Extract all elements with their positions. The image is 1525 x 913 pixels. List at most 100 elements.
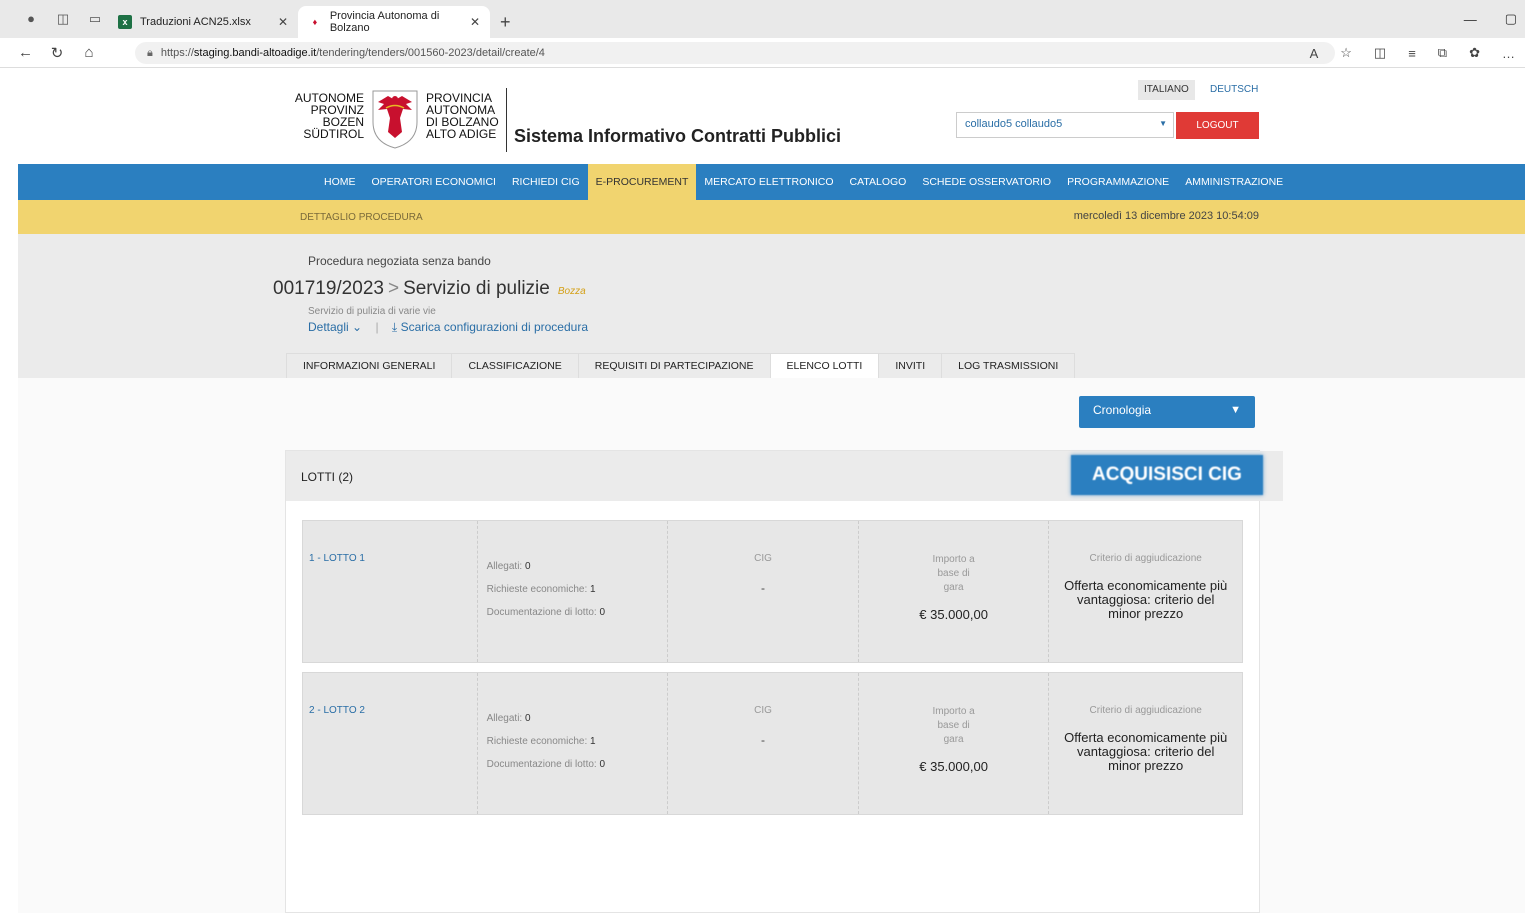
minimize-icon[interactable]: — [1464,12,1477,27]
home-icon[interactable]: ⌂ [82,44,96,61]
close-icon[interactable]: ✕ [278,15,288,29]
download-link-label: Scarica configurazioni di procedura [400,320,588,334]
status-badge: Bozza [557,286,586,297]
lot-link[interactable]: 2 - LOTTO 2 [309,705,365,716]
extensions-icon[interactable]: ✿ [1469,45,1480,61]
profile-icon[interactable]: ● [24,12,38,26]
lot-link[interactable]: 1 - LOTTO 1 [309,553,365,564]
nav-item-catalogo[interactable]: CATALOGO [842,164,915,200]
procedure-type: Procedura negoziata senza bando [308,254,491,268]
nav-item-schede-osservatorio[interactable]: SCHEDE OSSERVATORIO [914,164,1059,200]
importo-value: € 35.000,00 [919,759,988,774]
lang-deutsch-button[interactable]: DEUTSCH [1204,80,1264,100]
cronologia-dropdown[interactable]: Cronologia ▼ [1079,396,1255,428]
cig-label: CIG [754,705,772,716]
tab-classificazione[interactable]: CLASSIFICAZIONE [451,353,579,378]
browser-tab-excel[interactable]: x Traduzioni ACN25.xlsx ✕ [108,6,298,38]
details-link-label: Dettagli [308,320,349,334]
lot-importo-cell: Importo a base di gara € 35.000,00 [859,673,1050,814]
nav-item-e-procurement[interactable]: E-PROCUREMENT [587,164,697,200]
tab-informazioni-generali[interactable]: INFORMAZIONI GENERALI [286,353,453,378]
tab-actions-icon[interactable]: ▭ [88,12,102,26]
read-aloud-icon[interactable]: A [1310,46,1319,61]
logo-line: ALTO ADIGE [426,127,497,141]
lot-criterio-cell: Criterio di aggiudicazione Offerta econo… [1049,521,1242,662]
new-tab-button[interactable]: + [500,6,511,38]
lotti-panel: LOTTI (2) ACQUISISCI CIG 1 - LOTTO 1 All… [285,450,1283,913]
lot-cig-cell: CIG - [668,673,859,814]
importo-label-line: gara [943,734,964,745]
documentazione-label: Documentazione di lotto: [486,607,597,618]
procedure-description: Servizio di pulizia di varie vie [308,306,436,317]
url-input[interactable]: 🔒︎ https://staging.bandi-altoadige.it/te… [135,42,1335,64]
richieste-value: 1 [590,736,596,747]
importo-label-line: base di [937,568,970,579]
current-datetime: mercoledì 13 dicembre 2023 10:54:09 [1073,210,1259,222]
documentazione-label: Documentazione di lotto: [486,759,597,770]
tab-requisiti-partecipazione[interactable]: REQUISITI DI PARTECIPAZIONE [577,353,771,378]
details-link[interactable]: Dettagli ⌄ [308,320,362,334]
favorites-icon[interactable]: ≡ [1408,46,1416,61]
nav-item-mercato-elettronico[interactable]: MERCATO ELETTRONICO [696,164,841,200]
nav-item-home[interactable]: HOME [316,164,364,200]
tab-elenco-lotti[interactable]: ELENCO LOTTI [769,353,880,378]
breadcrumb: DETTAGLIO PROCEDURA [300,212,423,223]
collections-icon[interactable]: ⧉ [1438,45,1447,61]
logo-text-italian: PROVINCIA AUTONOMA DI BOLZANO ALTO ADIGE [426,92,499,140]
lot-stats-cell: Allegati: 0 Richieste economiche: 1 Docu… [478,673,669,814]
url-host: staging.bandi-altoadige.it [193,47,317,59]
browser-tab-provincia[interactable]: ♦ Provincia Autonoma di Bolzano ✕ [298,6,490,38]
coat-of-arms-icon [372,90,418,149]
site-header: AUTONOME PROVINZ BOZEN SÜDTIROL PROVINCI… [18,68,1525,164]
chevron-down-icon: ⌄ [352,320,363,334]
restore-icon[interactable]: ▢ [1505,11,1517,27]
user-select[interactable]: collaudo5 collaudo5 ▼ [956,112,1174,138]
tab-inviti[interactable]: INVITI [878,353,943,378]
importo-label-line: gara [943,582,964,593]
close-icon[interactable]: ✕ [470,15,480,29]
allegati-label: Allegati: [486,561,523,572]
workspaces-icon[interactable]: ◫ [56,12,70,26]
lotti-heading: LOTTI (2) [301,470,354,484]
lot-cig-cell: CIG - [668,521,859,662]
lot-card: 1 - LOTTO 1 Allegati: 0 Richieste econom… [302,520,1243,663]
nav-item-operatori-economici[interactable]: OPERATORI ECONOMICI [364,164,504,200]
system-title: Sistema Informativo Contratti Pubblici [514,126,842,146]
tab-log-trasmissioni[interactable]: LOG TRASMISSIONI [941,353,1076,378]
more-icon[interactable]: … [1502,46,1515,61]
acquisisci-cig-button[interactable]: ACQUISISCI CIG [1071,455,1263,495]
nav-item-richiedi-cig[interactable]: RICHIEDI CIG [504,164,588,200]
importo-label-line: base di [937,720,970,731]
download-config-link[interactable]: ⤓ Scarica configurazioni di procedura [392,320,588,334]
logo-divider [506,88,507,152]
lang-italiano-button[interactable]: ITALIANO [1138,80,1195,100]
title-separator: > [387,278,400,299]
main-nav: HOME OPERATORI ECONOMICI RICHIEDI CIG E-… [18,164,1525,200]
logo-text-german: AUTONOME PROVINZ BOZEN SÜDTIROL [286,92,364,140]
lot-importo-cell: Importo a base di gara € 35.000,00 [859,521,1050,662]
lot-stats-cell: Allegati: 0 Richieste economiche: 1 Docu… [478,521,669,662]
refresh-icon[interactable]: ↻ [50,44,64,62]
caret-down-icon: ▼ [1159,119,1167,128]
lock-icon: 🔒︎ [147,46,153,59]
logo-line: SÜDTIROL [303,127,364,141]
nav-item-programmazione[interactable]: PROGRAMMAZIONE [1059,164,1177,200]
lot-name-cell: 1 - LOTTO 1 [303,521,478,662]
tab-title: Traduzioni ACN25.xlsx [140,16,251,28]
logout-button[interactable]: LOGOUT [1176,112,1259,139]
procedure-links: Dettagli ⌄ | ⤓ Scarica configurazioni di… [308,320,588,335]
back-icon[interactable]: ← [18,44,33,61]
documentazione-value: 0 [599,759,606,770]
allegati-value: 0 [524,713,531,724]
sub-bar: DETTAGLIO PROCEDURA mercoledì 13 dicembr… [18,200,1525,234]
split-screen-icon[interactable]: ◫ [1374,45,1386,61]
link-separator: | [375,320,379,334]
tab-title: Provincia Autonoma di Bolzano [329,10,440,34]
eagle-icon: ♦ [312,17,318,27]
chevron-down-icon: ▼ [1230,404,1241,416]
procedure-code: 001719/2023 [273,278,384,299]
criterio-label: Criterio di aggiudicazione [1089,553,1202,564]
nav-item-amministrazione[interactable]: AMMINISTRAZIONE [1177,164,1291,200]
favorite-star-icon[interactable]: ☆ [1340,45,1352,61]
richieste-label: Richieste economiche: [486,584,588,595]
